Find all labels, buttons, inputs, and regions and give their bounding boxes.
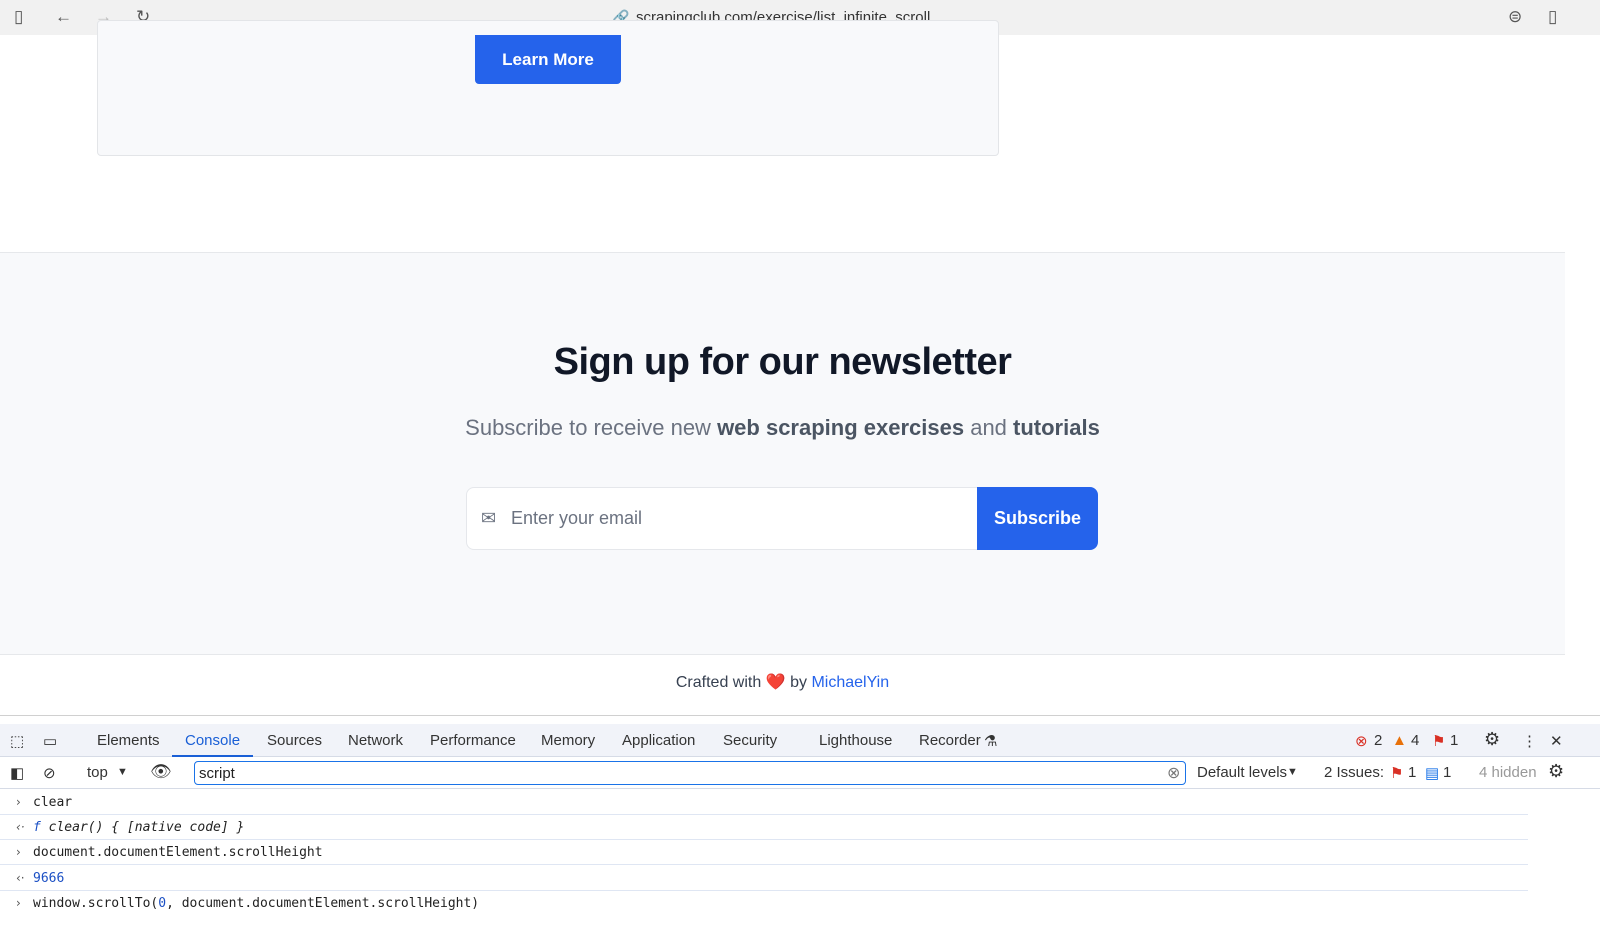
- footer-text: Crafted with: [675, 674, 762, 691]
- sidebar-toggle-icon[interactable]: ◧: [10, 764, 24, 782]
- log-levels-dropdown[interactable]: Default levels: [1197, 764, 1287, 781]
- tab-elements[interactable]: Elements: [97, 732, 160, 749]
- console-row: › window.scrollTo(0, document.documentEle…: [0, 891, 1528, 916]
- output-chevron-icon: ‹·: [16, 871, 25, 885]
- console-row: › clear: [0, 790, 1528, 815]
- subtitle-text: and: [964, 415, 1014, 440]
- function-prefix: f: [33, 820, 41, 835]
- console-text: , document.documentElement.scrollHeight): [166, 896, 480, 911]
- tab-lighthouse[interactable]: Lighthouse: [819, 732, 892, 749]
- subtitle-bold: tutorials: [1013, 415, 1100, 440]
- warning-count[interactable]: 4: [1411, 732, 1419, 749]
- envelope-icon: ✉: [481, 508, 497, 528]
- close-icon[interactable]: ✕: [1550, 732, 1563, 750]
- warning-icon[interactable]: ▲: [1392, 732, 1407, 749]
- newsletter-subtitle: Subscribe to receive new web scraping ex…: [0, 415, 1565, 441]
- clear-filter-icon[interactable]: ⊗: [1167, 763, 1180, 783]
- chevron-down-icon: ▼: [117, 766, 128, 778]
- issue-error-icon: ⚑: [1390, 765, 1404, 782]
- input-chevron-icon: ›: [16, 795, 21, 809]
- tab-sources[interactable]: Sources: [267, 732, 322, 749]
- tab-network[interactable]: Network: [348, 732, 403, 749]
- console-number: 0: [158, 896, 167, 911]
- footer: Crafted with ❤️ by MichaelYin: [0, 672, 1565, 692]
- subscribe-button[interactable]: Subscribe: [977, 487, 1098, 550]
- issue-count[interactable]: 1: [1450, 732, 1458, 749]
- extension-icon[interactable]: ⊜: [1508, 8, 1522, 26]
- console-text: clear: [33, 795, 73, 810]
- heart-icon: ❤️: [765, 674, 786, 691]
- issues-label[interactable]: 2 Issues:: [1324, 764, 1384, 781]
- tab-memory[interactable]: Memory: [541, 732, 595, 749]
- filter-input[interactable]: script: [194, 761, 1186, 785]
- issues-info-count[interactable]: 1: [1443, 764, 1451, 781]
- console-row: › document.documentElement.scrollHeight: [0, 840, 1528, 865]
- console-row: ‹· 9666: [0, 866, 1528, 891]
- error-count[interactable]: 2: [1374, 732, 1382, 749]
- email-input[interactable]: ✉ Enter your email: [466, 487, 978, 550]
- console-number: 9666: [33, 871, 65, 886]
- issue-info-icon: ▤: [1425, 765, 1440, 782]
- footer-text: by: [790, 674, 807, 691]
- author-link[interactable]: MichaelYin: [811, 674, 889, 691]
- eye-icon[interactable]: 👁: [150, 762, 172, 782]
- learn-more-button[interactable]: Learn More: [475, 35, 621, 84]
- settings-icon[interactable]: ⚙: [1484, 729, 1500, 750]
- tab-performance[interactable]: Performance: [430, 732, 516, 749]
- flask-icon: ⚗: [984, 733, 998, 750]
- inspect-element-icon[interactable]: ⬚: [10, 732, 24, 750]
- split-view-icon[interactable]: ▯: [1548, 8, 1557, 26]
- email-placeholder: Enter your email: [511, 508, 643, 528]
- hidden-count: 4 hidden: [1479, 764, 1537, 781]
- tab-security[interactable]: Security: [723, 732, 777, 749]
- newsletter-section: Sign up for our newsletter Subscribe to …: [0, 252, 1565, 655]
- console-text: document.documentElement.scrollHeight: [33, 845, 323, 860]
- newsletter-title: Sign up for our newsletter: [553, 341, 1012, 383]
- output-chevron-icon: ‹·: [16, 820, 25, 834]
- devtools-tabbar: ⬚ ▭ Elements Console Sources Network Per…: [0, 724, 1600, 757]
- subtitle-bold: web scraping exercises: [717, 415, 965, 440]
- console-row: ‹· f clear() { [native code] }: [0, 815, 1528, 840]
- tab-recorder[interactable]: Recorder: [919, 732, 981, 749]
- context-selector[interactable]: top: [87, 764, 108, 781]
- issue-flag-icon[interactable]: ⚑: [1432, 732, 1445, 750]
- sidebar-toggle-icon[interactable]: ▯: [14, 8, 23, 26]
- chevron-down-icon: ▼: [1287, 766, 1298, 778]
- console-text: clear() { [native code] }: [40, 820, 245, 835]
- tab-application[interactable]: Application: [622, 732, 695, 749]
- console-text: window.scrollTo(: [33, 896, 159, 911]
- subtitle-text: Subscribe to receive new: [465, 415, 718, 440]
- console-toolbar: ◧ ⊘ top ▼ 👁 script ⊗ Default levels ▼ 2 …: [0, 757, 1600, 789]
- console-settings-icon[interactable]: ⚙: [1548, 761, 1564, 782]
- devtools-panel: ⬚ ▭ Elements Console Sources Network Per…: [0, 715, 1600, 933]
- error-icon[interactable]: ⊗: [1355, 732, 1368, 750]
- input-chevron-icon: ›: [16, 896, 21, 910]
- more-options-icon[interactable]: ⋮: [1522, 732, 1537, 750]
- input-chevron-icon: ›: [16, 845, 21, 859]
- back-icon[interactable]: ←: [55, 8, 72, 26]
- device-toolbar-icon[interactable]: ▭: [43, 732, 57, 750]
- issues-error-count[interactable]: 1: [1408, 764, 1416, 781]
- tab-console[interactable]: Console: [185, 732, 240, 749]
- clear-console-icon[interactable]: ⊘: [43, 764, 56, 782]
